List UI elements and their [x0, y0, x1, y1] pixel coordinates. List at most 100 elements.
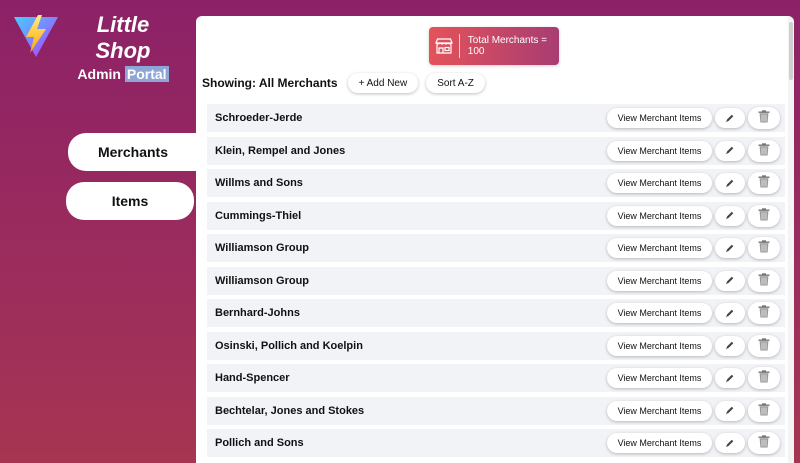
- pencil-icon: [725, 111, 735, 126]
- merchant-row: Cummings-Thiel View Merchant Items: [207, 201, 785, 230]
- edit-button[interactable]: [715, 140, 745, 161]
- delete-button[interactable]: [748, 237, 780, 259]
- delete-button[interactable]: [748, 334, 780, 357]
- delete-button[interactable]: [748, 399, 780, 422]
- row-actions: View Merchant Items: [607, 302, 780, 324]
- lightning-logo-icon[interactable]: [12, 13, 60, 61]
- trash-icon: [758, 370, 770, 386]
- trash-icon: [758, 240, 770, 256]
- edit-button[interactable]: [715, 303, 745, 323]
- edit-button[interactable]: [715, 400, 745, 421]
- nav-item-merchants[interactable]: Merchants: [68, 133, 198, 171]
- scrollbar-thumb[interactable]: [789, 22, 793, 80]
- pencil-icon: [725, 306, 735, 321]
- scrollbar[interactable]: [788, 16, 794, 463]
- merchant-name: Schroeder-Jerde: [215, 112, 303, 124]
- row-actions: View Merchant Items: [607, 334, 780, 357]
- pencil-icon: [725, 371, 735, 386]
- nav-item-label: Merchants: [97, 144, 169, 160]
- trash-icon: [758, 305, 770, 321]
- merchant-row: Schroeder-Jerde View Merchant Items: [207, 104, 785, 132]
- delete-button[interactable]: [748, 269, 780, 292]
- edit-button[interactable]: [715, 238, 745, 258]
- merchant-row: Williamson Group View Merchant Items: [207, 266, 785, 295]
- brand: Little Shop Admin Portal: [72, 12, 174, 82]
- view-merchant-items-button[interactable]: View Merchant Items: [607, 173, 712, 193]
- merchant-name: Pollich and Sons: [215, 437, 304, 449]
- view-merchant-items-button[interactable]: View Merchant Items: [607, 140, 712, 161]
- merchant-row: Bechtelar, Jones and Stokes View Merchant…: [207, 396, 785, 425]
- merchant-row: Williamson Group View Merchant Items: [207, 234, 785, 262]
- row-actions: View Merchant Items: [607, 107, 780, 129]
- row-actions: View Merchant Items: [607, 172, 780, 194]
- trash-icon: [758, 337, 770, 354]
- view-merchant-items-button[interactable]: View Merchant Items: [607, 108, 712, 128]
- trash-icon: [758, 142, 770, 159]
- pencil-icon: [725, 436, 735, 451]
- row-actions: View Merchant Items: [607, 269, 780, 292]
- sort-a-z-button[interactable]: Sort A-Z: [426, 73, 485, 93]
- brand-subtitle-admin: Admin: [77, 66, 121, 82]
- view-merchant-items-button[interactable]: View Merchant Items: [607, 270, 712, 291]
- total-merchants-card: Total Merchants = 100: [429, 27, 559, 65]
- row-actions: View Merchant Items: [607, 367, 780, 389]
- trash-icon: [758, 435, 770, 451]
- merchant-name: Bechtelar, Jones and Stokes: [215, 404, 365, 417]
- pencil-icon: [725, 241, 735, 256]
- edit-button[interactable]: [715, 205, 745, 226]
- brand-subtitle: Admin Portal: [72, 66, 174, 82]
- stat-divider: [458, 34, 460, 58]
- delete-button[interactable]: [748, 139, 780, 162]
- toolbar: Showing: All Merchants + Add New Sort A-…: [202, 73, 485, 93]
- row-actions: View Merchant Items: [607, 204, 780, 227]
- merchant-name: Williamson Group: [215, 242, 310, 254]
- nav-item-items[interactable]: Items: [66, 182, 194, 220]
- trash-icon: [758, 207, 770, 224]
- brand-subtitle-portal: Portal: [124, 66, 169, 82]
- delete-button[interactable]: [748, 204, 780, 227]
- edit-button[interactable]: [715, 335, 745, 356]
- delete-button[interactable]: [748, 107, 780, 129]
- pencil-icon: [725, 338, 735, 353]
- view-merchant-items-button[interactable]: View Merchant Items: [607, 335, 712, 356]
- merchant-name: Bernhard-Johns: [215, 307, 300, 319]
- view-merchant-items-button[interactable]: View Merchant Items: [607, 303, 712, 323]
- sidebar: Little Shop Admin Portal Merchants Items: [0, 0, 198, 463]
- edit-button[interactable]: [715, 108, 745, 128]
- trash-icon: [758, 110, 770, 126]
- edit-button[interactable]: [715, 433, 745, 453]
- showing-label: Showing: All Merchants: [202, 76, 338, 90]
- edit-button[interactable]: [715, 270, 745, 291]
- storefront-icon: [431, 38, 457, 54]
- trash-icon: [758, 272, 770, 289]
- pencil-icon: [725, 208, 735, 223]
- merchant-name: Klein, Rempel and Jones: [215, 144, 346, 157]
- delete-button[interactable]: [748, 172, 780, 194]
- edit-button[interactable]: [715, 368, 745, 388]
- row-actions: View Merchant Items: [607, 139, 780, 162]
- view-merchant-items-button[interactable]: View Merchant Items: [607, 238, 712, 258]
- delete-button[interactable]: [748, 367, 780, 389]
- merchant-row: Hand-Spencer View Merchant Items: [207, 364, 785, 392]
- merchant-name: Hand-Spencer: [215, 372, 290, 384]
- merchant-row: Willms and Sons View Merchant Items: [207, 169, 785, 197]
- nav-item-label: Items: [111, 193, 149, 209]
- row-actions: View Merchant Items: [607, 432, 780, 454]
- delete-button[interactable]: [748, 302, 780, 324]
- trash-icon: [758, 402, 770, 419]
- merchant-row: Bernhard-Johns View Merchant Items: [207, 299, 785, 327]
- total-merchants-text: Total Merchants = 100: [467, 35, 548, 57]
- pencil-icon: [725, 143, 735, 158]
- add-new-button[interactable]: + Add New: [347, 73, 419, 93]
- delete-button[interactable]: [748, 432, 780, 454]
- view-merchant-items-button[interactable]: View Merchant Items: [607, 205, 712, 226]
- view-merchant-items-button[interactable]: View Merchant Items: [607, 400, 712, 421]
- edit-button[interactable]: [715, 173, 745, 193]
- view-merchant-items-button[interactable]: View Merchant Items: [607, 433, 712, 453]
- trash-icon: [758, 175, 770, 191]
- brand-title-line2: Shop: [95, 38, 151, 63]
- merchant-row: Osinski, Pollich and Koelpin View Merchan…: [207, 331, 785, 360]
- view-merchant-items-button[interactable]: View Merchant Items: [607, 368, 712, 388]
- pencil-icon: [725, 176, 735, 191]
- row-actions: View Merchant Items: [607, 237, 780, 259]
